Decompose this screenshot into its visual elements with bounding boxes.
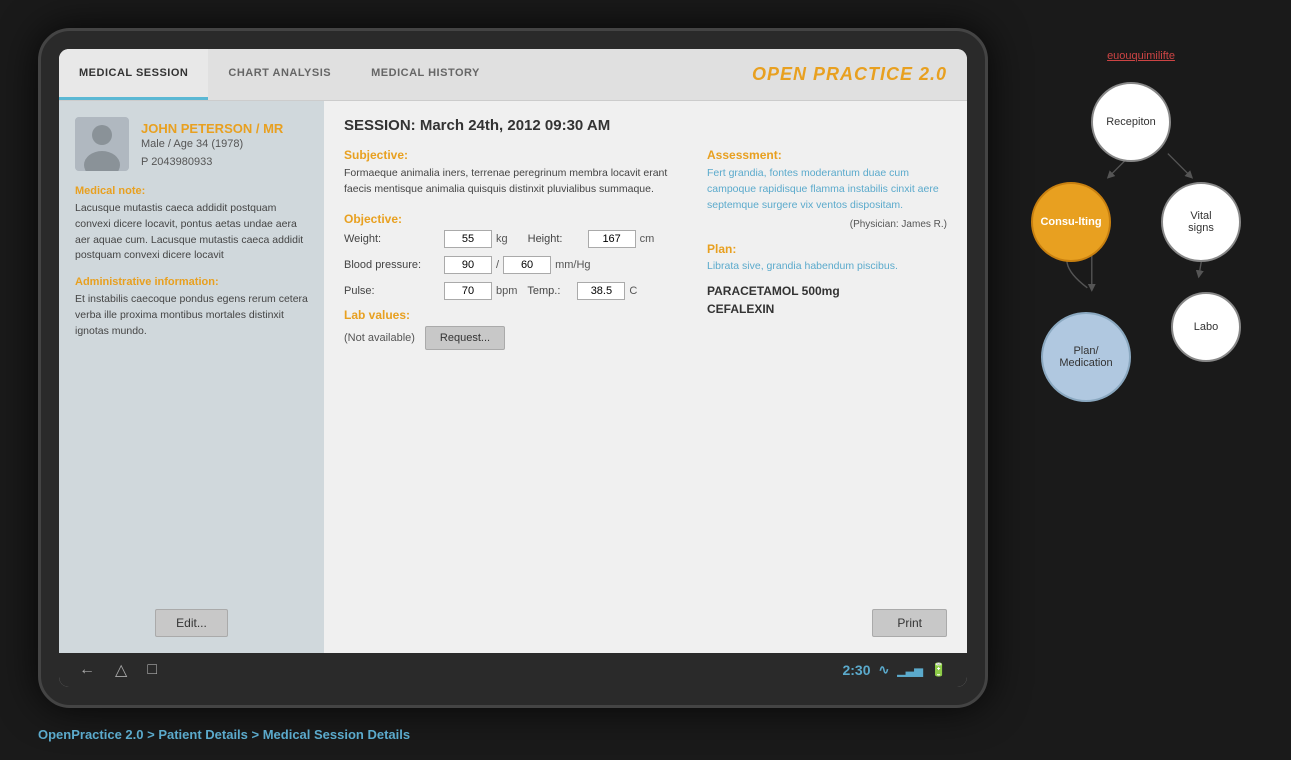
nav-bar: ← △ □ 2:30 ∿ ▁▃▅ 🔋 [59,653,967,687]
weight-input[interactable] [444,230,492,248]
left-column: Subjective: Formaeque animalia iners, te… [344,148,677,597]
patient-text-block: JOHN PETERSON / MR Male / Age 34 (1978) … [141,121,283,168]
medical-note-label: Medical note: [75,185,308,197]
back-icon[interactable]: ← [79,661,95,679]
weight-height-row: Weight: kg Height: cm [344,230,677,248]
workflow-title[interactable]: euouquimilifte [1011,50,1271,62]
print-button[interactable]: Print [872,609,947,637]
bp-row: Blood pressure: / mm/Hg [344,256,677,274]
pulse-input[interactable] [444,282,492,300]
height-input[interactable] [588,230,636,248]
edit-button[interactable]: Edit... [155,609,228,637]
breadcrumb: OpenPractice 2.0 > Patient Details > Med… [38,727,410,742]
height-label: Height: [528,233,588,245]
weight-unit: kg [496,233,508,245]
plan-label: Plan: [707,242,947,256]
right-column: Assessment: Fert grandia, fontes moderan… [707,148,947,597]
wf-reception-node[interactable]: Recepiton [1091,82,1171,162]
lab-label: Lab values: [344,308,677,322]
wifi-icon: ∿ [879,662,890,678]
assessment-text: Fert grandia, fontes moderantum duae cum… [707,166,947,213]
workflow-panel: euouquimilifte Recepiton Cons [1011,50,1271,630]
tab-bar: MEDICAL SESSION CHART ANALYSIS MEDICAL H… [59,49,967,101]
medication-2: CEFALEXIN [707,302,947,316]
wf-labo-node[interactable]: Labo [1171,292,1241,362]
wf-consulting-label: Consu-lting [1040,216,1101,228]
wf-consulting-node[interactable]: Consu-lting [1031,182,1111,262]
workflow-diagram: Recepiton Consu-lting Vital signs Labo P… [1021,82,1261,422]
weight-label: Weight: [344,233,444,245]
request-button[interactable]: Request... [425,326,505,350]
battery-icon: 🔋 [931,662,947,678]
patient-name: JOHN PETERSON / MR [141,121,283,136]
session-content: SESSION: March 24th, 2012 09:30 AM Subje… [324,101,967,653]
patient-phone: P 2043980933 [141,156,283,168]
wf-vitalsigns-node[interactable]: Vital signs [1161,182,1241,262]
wf-plan-node[interactable]: Plan/ Medication [1041,312,1131,402]
temp-unit: C [629,285,637,297]
patient-info: JOHN PETERSON / MR Male / Age 34 (1978) … [75,117,308,171]
tab-medical-history[interactable]: MEDICAL HISTORY [351,49,500,100]
wf-labo-label: Labo [1194,321,1218,333]
admin-info-label: Administrative information: [75,276,308,288]
lab-status: (Not available) [344,332,415,344]
assessment-label: Assessment: [707,148,947,162]
nav-time-block: 2:30 ∿ ▁▃▅ 🔋 [842,662,947,678]
bp-label: Blood pressure: [344,259,444,271]
session-header: SESSION: March 24th, 2012 09:30 AM [344,117,947,134]
pulse-temp-row: Pulse: bpm Temp.: C [344,282,677,300]
avatar [75,117,129,171]
objective-label: Objective: [344,212,677,226]
nav-icons: ← △ □ [79,660,157,680]
two-col-layout: Subjective: Formaeque animalia iners, te… [344,148,947,597]
wf-reception-label: Recepiton [1106,116,1156,128]
bp-systolic-input[interactable] [444,256,492,274]
temp-input[interactable] [577,282,625,300]
subjective-text: Formaeque animalia iners, terrenae pereg… [344,166,677,198]
plan-text: Librata sive, grandia habendum piscibus. [707,260,947,272]
main-content: JOHN PETERSON / MR Male / Age 34 (1978) … [59,101,967,653]
bp-unit: mm/Hg [555,259,590,271]
tab-medical-session[interactable]: MEDICAL SESSION [59,49,208,100]
brand-label: OPEN PRACTICE 2.0 [752,49,967,100]
lab-row: (Not available) Request... [344,326,677,350]
height-unit: cm [640,233,655,245]
tablet-screen: MEDICAL SESSION CHART ANALYSIS MEDICAL H… [59,49,967,687]
tablet-frame: MEDICAL SESSION CHART ANALYSIS MEDICAL H… [38,28,988,708]
wf-plan-label: Plan/ Medication [1059,345,1112,369]
patient-gender-age: Male / Age 34 (1978) [141,138,283,150]
recent-icon[interactable]: □ [147,661,157,679]
session-footer: Print [344,609,947,637]
bp-slash: / [496,259,499,271]
temp-label: Temp.: [527,285,577,297]
wf-vitalsigns-label: Vital signs [1188,210,1214,234]
bp-diastolic-input[interactable] [503,256,551,274]
medical-note-text: Lacusque mutastis caeca addidit postquam… [75,201,308,264]
physician-text: (Physician: James R.) [707,219,947,230]
pulse-unit: bpm [496,285,517,297]
home-icon[interactable]: △ [115,660,127,680]
signal-icon: ▁▃▅ [897,664,922,677]
sidebar: JOHN PETERSON / MR Male / Age 34 (1978) … [59,101,324,653]
clock-time: 2:30 [842,662,870,678]
medication-1: PARACETAMOL 500mg [707,284,947,298]
pulse-label: Pulse: [344,285,444,297]
lab-section: Lab values: (Not available) Request... [344,308,677,350]
tab-chart-analysis[interactable]: CHART ANALYSIS [208,49,351,100]
subjective-label: Subjective: [344,148,677,162]
admin-info-text: Et instabilis caecoque pondus egens reru… [75,292,308,339]
